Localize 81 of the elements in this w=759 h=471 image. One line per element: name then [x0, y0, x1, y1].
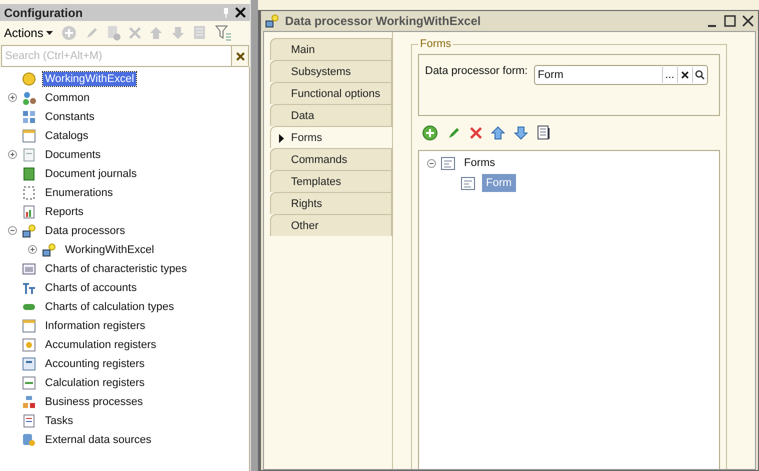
tree-item[interactable]: Forms: [462, 156, 498, 170]
tree-item-icon: [22, 414, 36, 428]
tree-item-icon: [22, 280, 36, 294]
form-select-field[interactable]: Form ...: [534, 65, 708, 85]
tree-item[interactable]: External data sources: [43, 432, 154, 446]
search-field[interactable]: Search (Ctrl+Alt+M): [1, 45, 231, 67]
tree-item-icon: [22, 186, 36, 200]
panel-title: Configuration: [4, 6, 84, 20]
delete-icon[interactable]: [470, 127, 482, 139]
pencil-icon[interactable]: [447, 126, 461, 140]
expander-icon[interactable]: [426, 158, 436, 168]
tree-item[interactable]: Business processes: [43, 394, 145, 408]
maximize-icon[interactable]: [724, 15, 736, 27]
close-icon[interactable]: [742, 15, 754, 27]
caret-icon: [46, 31, 54, 35]
down-arrow-icon[interactable]: [514, 126, 528, 140]
section-tab[interactable]: Templates: [270, 170, 392, 192]
section-tab[interactable]: Commands: [270, 148, 392, 170]
clear-search-button[interactable]: [231, 45, 249, 67]
search-icon: [694, 70, 705, 80]
section-tab[interactable]: Data: [270, 104, 392, 126]
tree-item[interactable]: Tasks: [43, 414, 76, 428]
close-icon: [680, 71, 689, 79]
expander-icon[interactable]: [8, 150, 16, 159]
list-icon[interactable]: [537, 125, 551, 141]
close-icon[interactable]: [235, 7, 246, 18]
tree-item[interactable]: Data processors: [43, 224, 128, 238]
tree-item-icon: [22, 224, 36, 238]
expander-icon[interactable]: [8, 93, 16, 102]
section-tab[interactable]: Functional options: [270, 82, 392, 104]
tree-item-icon: [22, 394, 36, 408]
expander-icon[interactable]: [8, 226, 16, 235]
tree-item-icon: [22, 262, 36, 276]
tree-item[interactable]: Charts of calculation types: [43, 300, 176, 314]
tree-item[interactable]: Charts of accounts: [43, 280, 139, 294]
tree-item[interactable]: Enumerations: [43, 186, 115, 200]
field-label: Data processor form:: [425, 65, 528, 77]
tree-item-icon: [42, 242, 56, 256]
window-title: Data processor WorkingWithExcel: [285, 14, 482, 28]
group-title: Forms: [419, 38, 452, 50]
tree-item[interactable]: Constants: [43, 110, 97, 124]
section-tab[interactable]: Forms: [270, 126, 393, 148]
tree-item-icon: [22, 432, 36, 446]
tree-item-icon: [22, 110, 36, 124]
tree-item[interactable]: WorkingWithExcel: [43, 72, 136, 86]
window-icon: [265, 14, 279, 28]
tree-item[interactable]: Common: [43, 90, 92, 104]
close-icon: [236, 52, 244, 60]
tree-item[interactable]: Accumulation registers: [43, 338, 158, 352]
form-icon: [441, 156, 455, 170]
up-arrow-icon[interactable]: [491, 126, 505, 140]
tree-item[interactable]: Catalogs: [43, 128, 90, 142]
tree-item[interactable]: Charts of characteristic types: [43, 262, 189, 276]
tree-item[interactable]: Documents: [43, 148, 103, 162]
actions-menu-button[interactable]: Actions: [4, 26, 54, 40]
section-tab[interactable]: Main: [270, 38, 392, 60]
form-icon: [461, 176, 475, 190]
section-tab[interactable]: Other: [270, 214, 392, 236]
tree-item[interactable]: Document journals: [43, 166, 139, 180]
open-button[interactable]: [692, 67, 707, 83]
tree-item-icon: [22, 128, 36, 142]
add-icon[interactable]: [422, 125, 438, 141]
tree-item-icon: [22, 338, 36, 352]
tree-item-icon: [22, 90, 36, 104]
tree-item-icon: [22, 204, 36, 218]
tree-item[interactable]: WorkingWithExcel: [63, 242, 156, 256]
tree-item-icon: [22, 148, 36, 162]
tree-item[interactable]: Accounting registers: [43, 356, 147, 370]
section-tab[interactable]: Subsystems: [270, 60, 392, 82]
current-arrow-icon: [279, 134, 284, 143]
tree-item-icon: [22, 356, 36, 370]
tree-item-icon: [22, 166, 36, 180]
tree-item[interactable]: Reports: [43, 204, 86, 218]
expander-icon[interactable]: [28, 245, 36, 254]
section-tab[interactable]: Rights: [270, 192, 392, 214]
tree-item[interactable]: Information registers: [43, 318, 148, 332]
tree-item-icon: [22, 376, 36, 390]
tree-item[interactable]: Calculation registers: [43, 376, 147, 390]
tree-item-icon: [22, 72, 36, 86]
filter-icon[interactable]: [215, 25, 232, 41]
tree-item-icon: [22, 318, 36, 332]
